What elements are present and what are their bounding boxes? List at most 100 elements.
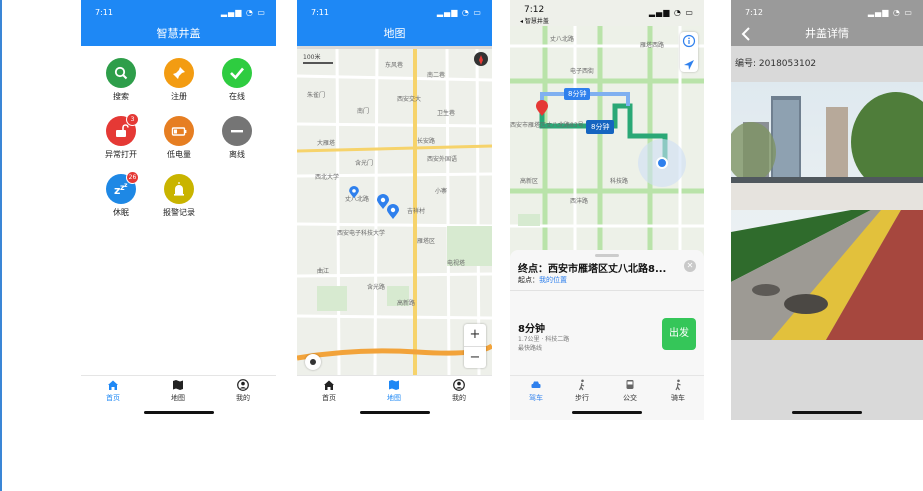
status-grid-item[interactable]: 注册: [149, 58, 209, 102]
user-icon: [237, 379, 249, 391]
mode-transit-label: 公交: [623, 394, 637, 402]
count-badge: 26: [126, 171, 139, 184]
map-icon: [389, 380, 399, 390]
map-label: 西安电子科技大学: [337, 230, 386, 237]
sleep-icon: z z z 26: [106, 171, 139, 204]
street-photo: [731, 82, 923, 340]
walk-icon: [578, 379, 585, 391]
go-button[interactable]: 出发: [662, 318, 696, 350]
status-grid-label: 搜索: [113, 92, 129, 101]
status-grid-label: 注册: [171, 92, 187, 101]
phone-map-screen: 7:11 ▂▄▆ ◔ ▭ 地图 东风巷 南二巷 朱雀门 西安交大 南门 卫生巷 大雁塔 长安路…: [297, 0, 492, 420]
minus-icon: [222, 116, 252, 146]
compass-icon: [479, 55, 483, 65]
status-grid-item[interactable]: 3 异常打开: [91, 113, 151, 160]
destination-title: 终点：西安市雁塔区丈八北路8...: [518, 264, 667, 275]
check-icon: [222, 58, 252, 88]
unlock-icon: 3: [106, 113, 139, 146]
status-time: 7:12: [524, 5, 545, 15]
zoom-out-button[interactable]: −: [464, 347, 486, 368]
zoom-control: + −: [464, 324, 486, 368]
battery-icon: [164, 116, 194, 146]
map-label: 雁塔西路: [640, 42, 665, 49]
tab-profile[interactable]: 我的: [223, 379, 263, 403]
mode-drive[interactable]: 驾车: [516, 379, 556, 403]
compass-button[interactable]: [474, 52, 488, 66]
search-icon: [106, 58, 136, 88]
map-label: 吉祥村: [407, 208, 426, 215]
back-to-app-link[interactable]: ◂ 智慧井盖: [520, 16, 549, 25]
route-map[interactable]: 丈八北路 西安市雁塔区丈八北路83号 电子西街 科技路 西沣路 雁塔西路 高新区 8分钟 8…: [510, 26, 704, 256]
scale-text: 100米: [303, 54, 321, 61]
ride-icon: [675, 379, 681, 391]
manhole-id: 编号: 2018053102: [735, 59, 817, 69]
map-label: 含光门: [355, 160, 374, 167]
mode-walk[interactable]: 步行: [562, 379, 602, 403]
map-label: 高新区: [520, 178, 539, 185]
map-label: 大雁塔: [317, 140, 336, 147]
status-time: 7:11: [95, 8, 113, 17]
zoom-in-button[interactable]: +: [464, 324, 486, 347]
map-label: 雁塔区: [417, 238, 436, 245]
status-grid-label: 休眠: [113, 208, 129, 217]
locate-button[interactable]: [305, 354, 321, 370]
map-label: 电视塔: [447, 260, 466, 267]
home-indicator: [572, 411, 642, 414]
status-grid-item[interactable]: 搜索: [91, 58, 151, 102]
bus-icon: [626, 380, 634, 389]
tab-map[interactable]: 地图: [374, 379, 414, 403]
status-grid-label: 低电量: [167, 150, 191, 159]
map-label: 西安市雁塔区丈八北路83号: [510, 122, 584, 129]
tab-home[interactable]: 首页: [93, 379, 133, 403]
map-marker-icon[interactable]: [387, 204, 399, 220]
route-distance: 1.7公里 · 科技二路: [518, 336, 570, 343]
sheet-handle: [595, 254, 619, 257]
pin-icon: [164, 58, 194, 88]
phone-navigation-screen: 7:12 ▂▄▆ ◔ ▭ ◂ 智慧井盖 丈八北路 西安市雁塔区丈八北路83号 电子西…: [510, 0, 704, 420]
info-button[interactable]: [680, 32, 698, 72]
manhole-photo: [731, 82, 923, 340]
map-view[interactable]: 东风巷 南二巷 朱雀门 西安交大 南门 卫生巷 大雁塔 长安路 含光门 西安外国语 西北大学 小寨 丈八…: [297, 46, 492, 376]
tab-profile[interactable]: 我的: [439, 379, 479, 403]
home-indicator: [143, 411, 214, 414]
status-grid-item[interactable]: z z z 26 休眠: [91, 171, 151, 218]
origin-value[interactable]: 我的位置: [539, 276, 567, 284]
map-icon: [173, 380, 183, 390]
mode-transit[interactable]: 公交: [610, 379, 650, 403]
transport-mode-bar: 驾车 步行 公交 骑车: [510, 375, 704, 420]
map-marker-icon[interactable]: [349, 186, 359, 199]
mode-ride-label: 骑车: [671, 394, 685, 402]
status-bar: 7:11 ▂▄▆ ◔ ▭: [297, 0, 492, 22]
home-indicator: [359, 411, 430, 414]
locate-icon: [310, 359, 316, 365]
scale-bar: 100米: [303, 52, 333, 64]
signal-icon: ▂▄▆ ◔ ▭: [220, 8, 266, 17]
mode-drive-label: 驾车: [529, 394, 543, 402]
left-accent-bar: [0, 0, 2, 491]
tab-home[interactable]: 首页: [309, 379, 349, 403]
tab-home-label: 首页: [106, 394, 120, 402]
map-label: 西沣路: [570, 198, 589, 205]
phone-detail-screen: 7:12 ▂▄▆ ◔ ▭ 井盖详情 编号: 2018053102: [731, 0, 923, 420]
status-grid-item[interactable]: 在线: [207, 58, 267, 102]
signal-icon: ▂▄▆ ◔ ▭: [867, 8, 913, 17]
count-badge: 3: [126, 113, 139, 126]
tab-map-label: 地图: [171, 394, 185, 402]
map-label: 东风巷: [385, 62, 404, 69]
close-button[interactable]: ✕: [684, 260, 696, 272]
map-label: 曲江: [317, 268, 330, 275]
phone-home-screen: 7:11 ▂▄▆ ◔ ▭ 智慧井盖 搜索 注册 在线 3 异常打开 低电量 离线 z z z 26 休…: [81, 0, 276, 420]
status-grid-item[interactable]: 离线: [207, 116, 267, 160]
map-label: 西安交大: [397, 96, 422, 103]
tab-map[interactable]: 地图: [158, 379, 198, 403]
route-tag-alt[interactable]: 8分钟: [564, 88, 591, 100]
map-label: 南二巷: [427, 72, 446, 79]
origin-row: 起点：我的位置: [518, 275, 567, 285]
status-grid-item[interactable]: 报警记录: [149, 174, 209, 218]
mode-ride[interactable]: 骑车: [658, 379, 698, 403]
tab-bar: 首页 地图 我的: [297, 375, 492, 420]
route-tag-main[interactable]: 8分钟: [586, 120, 615, 134]
car-icon: [531, 381, 541, 388]
status-grid-item[interactable]: 低电量: [149, 116, 209, 160]
route-map-roads: [510, 26, 704, 256]
